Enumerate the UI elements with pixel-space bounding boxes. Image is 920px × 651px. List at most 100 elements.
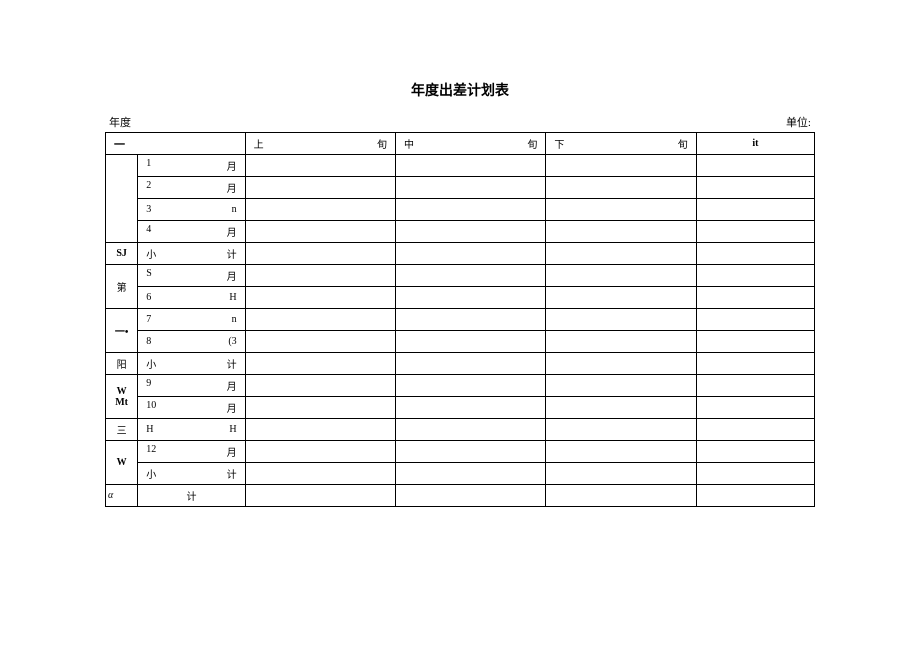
table-row: 一• 7n xyxy=(106,309,815,331)
month-cell: 6H xyxy=(138,287,245,309)
data-cell xyxy=(696,331,814,353)
data-cell xyxy=(546,309,696,331)
subtotal-b: 计 xyxy=(227,356,237,371)
group-cell: 阳 xyxy=(106,353,138,375)
data-cell xyxy=(546,331,696,353)
data-cell xyxy=(696,309,814,331)
month-cell: 9月 xyxy=(138,375,245,397)
table-row: W Mt 9月 xyxy=(106,375,815,397)
month-cell: 7n xyxy=(138,309,245,331)
month-unit: 月 xyxy=(227,444,237,459)
group-cell: SJ xyxy=(106,243,138,265)
table-row: 8 (3 xyxy=(106,331,815,353)
data-cell xyxy=(546,221,696,243)
group-cell: W Mt xyxy=(106,375,138,419)
footer-total-label: 计 xyxy=(138,485,245,507)
header-late: 下 旬 xyxy=(546,133,696,155)
data-cell xyxy=(396,485,546,507)
data-cell xyxy=(245,287,395,309)
table-row: 4月 xyxy=(106,221,815,243)
data-cell xyxy=(696,397,814,419)
month-num: 6 xyxy=(146,292,151,303)
table-row: 6H xyxy=(106,287,815,309)
group-cell xyxy=(106,155,138,243)
data-cell xyxy=(245,353,395,375)
data-cell xyxy=(396,441,546,463)
meta-row: 年度 单位: xyxy=(105,114,815,130)
month-cell: 10 月 xyxy=(138,397,245,419)
month-unit: 月 xyxy=(227,378,237,393)
month-num: 8 xyxy=(146,336,151,347)
footer-alpha: α xyxy=(106,485,138,507)
data-cell xyxy=(696,419,814,441)
data-cell xyxy=(696,177,814,199)
header-early-a: 上 xyxy=(254,136,264,151)
data-cell xyxy=(245,463,395,485)
month-unit: 月 xyxy=(227,224,237,239)
data-cell xyxy=(696,287,814,309)
month-cell: 2月 xyxy=(138,177,245,199)
data-cell xyxy=(245,485,395,507)
month-num: S xyxy=(146,268,152,283)
header-late-a: 下 xyxy=(554,136,564,151)
data-cell xyxy=(245,243,395,265)
group-line: Mt xyxy=(115,397,128,408)
data-cell xyxy=(396,221,546,243)
data-cell xyxy=(245,441,395,463)
data-cell xyxy=(396,177,546,199)
data-cell xyxy=(546,265,696,287)
data-cell xyxy=(245,375,395,397)
data-cell xyxy=(245,199,395,221)
data-cell xyxy=(696,221,814,243)
month-unit: 月 xyxy=(227,158,237,173)
data-cell xyxy=(546,463,696,485)
month-num: 9 xyxy=(146,378,151,393)
month-unit: (3 xyxy=(228,336,236,347)
month-unit: n xyxy=(232,204,237,215)
month-num: 10 xyxy=(146,400,156,415)
data-cell xyxy=(245,309,395,331)
plan-table: 一 上 旬 中 旬 下 旬 it xyxy=(105,132,815,507)
data-cell xyxy=(396,287,546,309)
header-mid-a: 中 xyxy=(404,136,414,151)
year-label: 年度 xyxy=(109,114,131,130)
table-row: 3n xyxy=(106,199,815,221)
month-unit: 月 xyxy=(227,180,237,195)
group-line: W xyxy=(117,386,127,397)
subtotal-cell: 小计 xyxy=(138,353,245,375)
data-cell xyxy=(546,375,696,397)
data-cell xyxy=(396,353,546,375)
month-num: 3 xyxy=(146,204,151,215)
month-unit: H xyxy=(229,292,236,303)
month-num: 12 xyxy=(146,444,156,459)
data-cell xyxy=(396,463,546,485)
data-cell xyxy=(396,331,546,353)
month-unit: 月 xyxy=(227,400,237,415)
month-cell: S月 xyxy=(138,265,245,287)
table-row: 小计 xyxy=(106,463,815,485)
table-row: 1月 xyxy=(106,155,815,177)
data-cell xyxy=(396,419,546,441)
month-cell: HH xyxy=(138,419,245,441)
data-cell xyxy=(245,177,395,199)
data-cell xyxy=(696,485,814,507)
data-cell xyxy=(696,353,814,375)
month-num: 1 xyxy=(146,158,151,173)
subtotal-cell: 小计 xyxy=(138,463,245,485)
header-early-b: 旬 xyxy=(377,136,387,151)
month-num: 7 xyxy=(146,314,151,325)
data-cell xyxy=(546,485,696,507)
data-cell xyxy=(245,265,395,287)
unit-label: 单位: xyxy=(786,114,811,130)
group-cell: 三 xyxy=(106,419,138,441)
month-num: 2 xyxy=(146,180,151,195)
header-late-b: 旬 xyxy=(678,136,688,151)
subtotal-a: 小 xyxy=(146,246,156,261)
table-row: 2月 xyxy=(106,177,815,199)
data-cell xyxy=(546,397,696,419)
data-cell xyxy=(245,419,395,441)
month-cell: 8 (3 xyxy=(138,331,245,353)
month-cell: 3n xyxy=(138,199,245,221)
header-blank: 一 xyxy=(106,133,246,155)
data-cell xyxy=(696,243,814,265)
